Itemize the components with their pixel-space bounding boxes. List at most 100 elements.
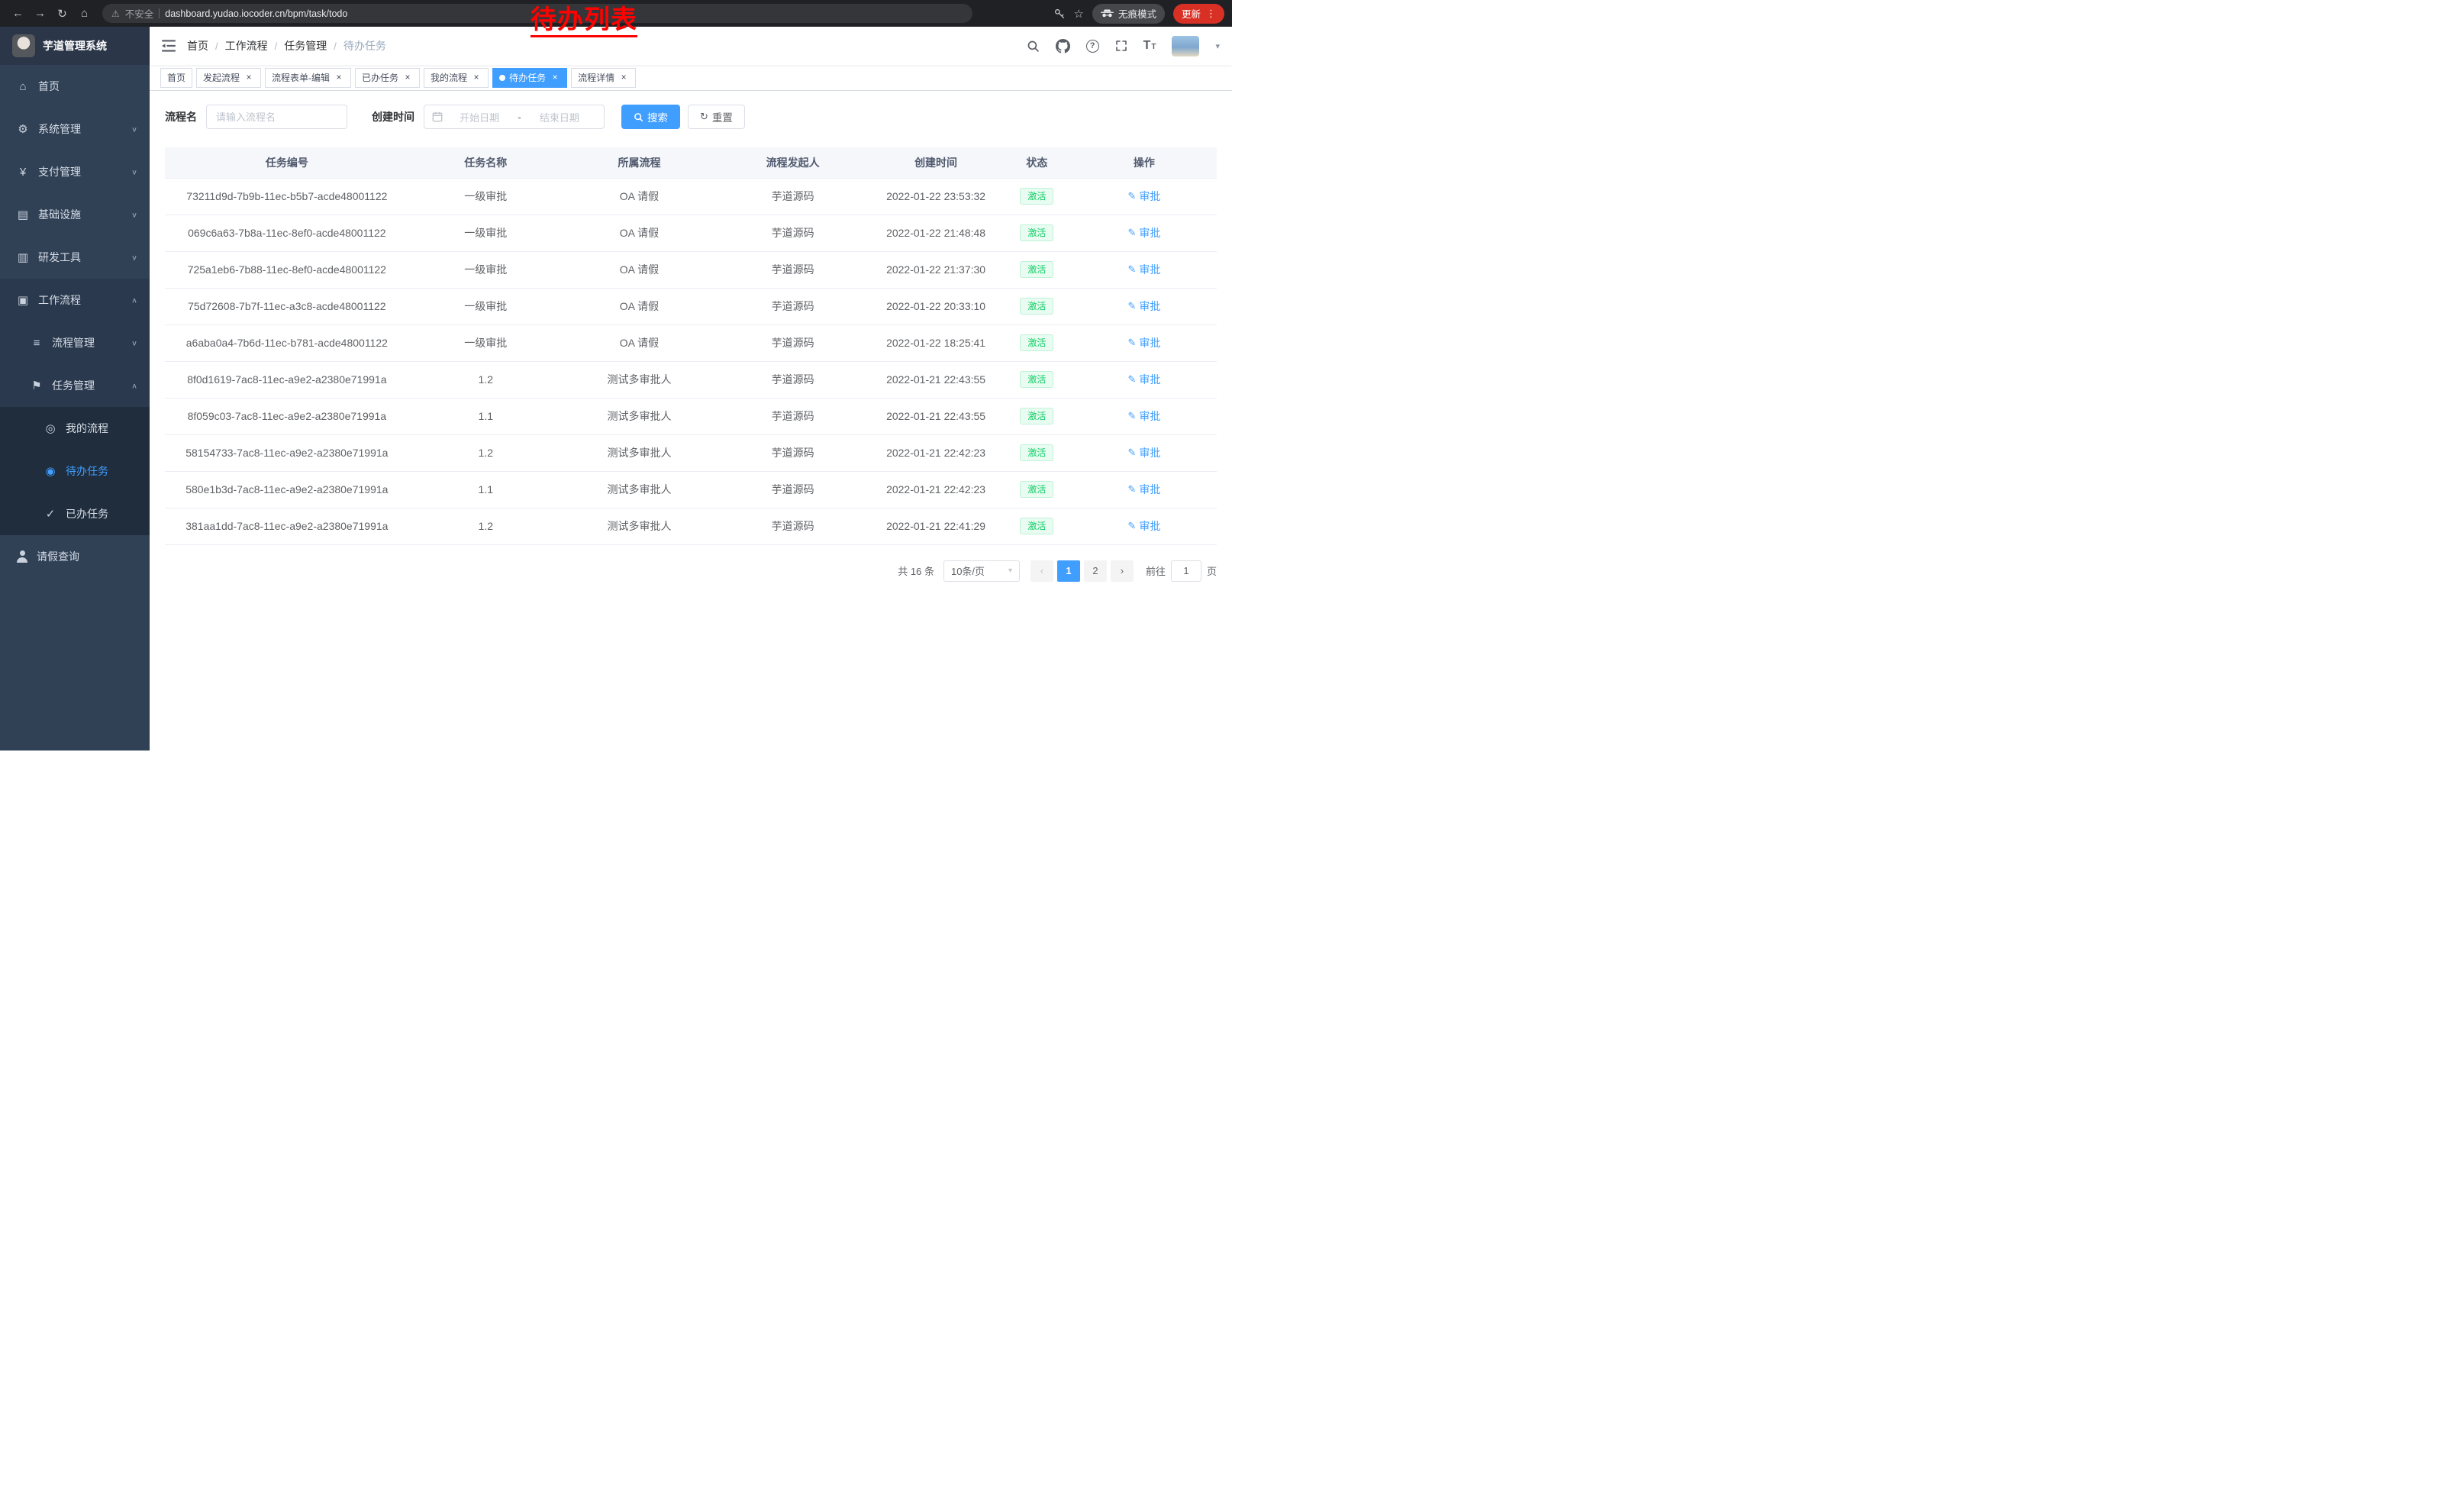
task-id-cell: 381aa1dd-7ac8-11ec-a9e2-a2380e71991a (165, 508, 409, 544)
approve-link[interactable]: ✎ 审批 (1127, 189, 1160, 204)
security-label[interactable]: 不安全 (125, 6, 154, 21)
task-name-cell: 1.1 (409, 398, 563, 434)
url-text[interactable]: dashboard.yudao.iocoder.cn/bpm/task/todo (165, 8, 347, 19)
font-size-icon[interactable]: T T (1143, 40, 1156, 52)
approve-link[interactable]: ✎ 审批 (1127, 335, 1160, 350)
tab-close-icon[interactable]: × (334, 73, 344, 83)
starter-cell: 芋道源码 (716, 324, 869, 361)
incognito-chip[interactable]: 无痕模式 (1092, 4, 1165, 24)
chevron-down-icon: ∨ (131, 124, 137, 133)
start-date-placeholder[interactable]: 开始日期 (443, 110, 516, 124)
sidebar-item-my-process[interactable]: ◎ 我的流程 (0, 407, 150, 450)
sidebar-item-dashboard[interactable]: ⌂ 首页 (0, 65, 150, 108)
sidebar-item-payment[interactable]: ¥ 支付管理 ∨ (0, 150, 150, 193)
approve-link[interactable]: ✎ 审批 (1127, 372, 1160, 387)
browser-back-icon[interactable]: ← (8, 3, 28, 24)
sidebar-collapse-icon[interactable] (162, 40, 176, 52)
tab[interactable]: 我的流程 × (424, 68, 489, 88)
breadcrumb-item[interactable]: 首页 / (187, 38, 225, 53)
browser-home-icon[interactable]: ⌂ (74, 3, 95, 24)
sidebar-item-task-manage[interactable]: ⚑ 任务管理 ∧ (0, 364, 150, 407)
tab[interactable]: 待办任务 × (492, 68, 567, 88)
approve-link[interactable]: ✎ 审批 (1127, 445, 1160, 460)
incognito-label: 无痕模式 (1118, 6, 1156, 21)
sidebar: 芋道管理系统 ⌂ 首页 ⚙ 系统管理 ∨ ¥ 支付管理 ∨ ▤ (0, 27, 150, 750)
sidebar-item-devtools[interactable]: ▥ 研发工具 ∨ (0, 236, 150, 279)
tab[interactable]: 已办任务 × (355, 68, 420, 88)
create-time-cell: 2022-01-21 22:42:23 (869, 471, 1002, 508)
bookmark-star-icon[interactable]: ☆ (1074, 7, 1084, 21)
page-number-button[interactable]: 2 (1084, 560, 1107, 582)
help-icon[interactable]: ? (1086, 40, 1099, 53)
create-time-cell: 2022-01-21 22:42:23 (869, 434, 1002, 471)
prev-page-button[interactable]: ‹ (1030, 560, 1053, 582)
search-button[interactable]: 搜索 (621, 105, 680, 129)
breadcrumb-item[interactable]: 任务管理 / (284, 38, 343, 53)
create-time-cell: 2022-01-22 21:37:30 (869, 251, 1002, 288)
action-cell: ✎ 审批 (1072, 434, 1217, 471)
browser-reload-icon[interactable]: ↻ (52, 3, 73, 24)
goto-page-input[interactable] (1171, 560, 1201, 582)
sidebar-item-infrastructure[interactable]: ▤ 基础设施 ∨ (0, 193, 150, 236)
approve-link[interactable]: ✎ 审批 (1127, 408, 1160, 424)
task-name-cell: 一级审批 (409, 251, 563, 288)
status-cell: 激活 (1002, 398, 1072, 434)
tab-close-icon[interactable]: × (471, 73, 482, 83)
tab-close-icon[interactable]: × (402, 73, 413, 83)
sidebar-item-done-task[interactable]: ✓ 已办任务 (0, 492, 150, 535)
approve-link[interactable]: ✎ 审批 (1127, 225, 1160, 240)
edit-icon: ✎ (1127, 520, 1136, 532)
goto-suffix: 页 (1207, 563, 1217, 578)
approve-link[interactable]: ✎ 审批 (1127, 262, 1160, 277)
process-name-input[interactable] (206, 105, 347, 129)
avatar-caret-icon[interactable]: ▾ (1215, 41, 1220, 51)
fullscreen-icon[interactable] (1115, 40, 1127, 52)
reset-button[interactable]: ↻ 重置 (688, 105, 745, 129)
sidebar-item-system[interactable]: ⚙ 系统管理 ∨ (0, 108, 150, 150)
date-range-picker[interactable]: 开始日期 - 结束日期 (424, 105, 605, 129)
goto-label: 前往 (1146, 563, 1166, 578)
approve-link[interactable]: ✎ 审批 (1127, 518, 1160, 534)
search-icon[interactable] (1027, 40, 1040, 53)
tab[interactable]: 首页 × (160, 68, 192, 88)
table-column-header: 任务编号 (165, 147, 409, 178)
page-size-select[interactable]: 10条/页 ▾ (943, 560, 1020, 582)
app-logo-row[interactable]: 芋道管理系统 (0, 27, 150, 65)
tab-close-icon[interactable]: × (243, 73, 254, 83)
end-date-placeholder[interactable]: 结束日期 (523, 110, 596, 124)
sidebar-item-todo-task[interactable]: ◉ 待办任务 (0, 450, 150, 492)
key-icon[interactable] (1053, 8, 1066, 20)
edit-icon: ✎ (1127, 337, 1136, 349)
breadcrumb-separator: / (215, 40, 218, 52)
page-number-button[interactable]: 1 (1057, 560, 1080, 582)
sidebar-item-process-manage[interactable]: ≡ 流程管理 ∨ (0, 321, 150, 364)
breadcrumb-item[interactable]: 待办任务 / (343, 38, 386, 53)
approve-link[interactable]: ✎ 审批 (1127, 299, 1160, 314)
action-cell: ✎ 审批 (1072, 398, 1217, 434)
tab[interactable]: 流程表单-编辑 × (265, 68, 351, 88)
tab[interactable]: 流程详情 × (571, 68, 636, 88)
github-icon[interactable] (1056, 39, 1070, 53)
tab-close-icon[interactable]: × (550, 73, 560, 83)
browser-menu-icon[interactable]: ⋮ (1206, 8, 1216, 20)
edit-icon: ✎ (1127, 300, 1136, 312)
tab-close-icon[interactable]: × (618, 73, 629, 83)
process-name-label: 流程名 (165, 109, 197, 124)
status-badge: 激活 (1020, 408, 1053, 424)
workflow-icon: ▣ (15, 293, 31, 307)
task-name-cell: 一级审批 (409, 178, 563, 215)
sidebar-item-leave-query[interactable]: 请假查询 (0, 535, 150, 578)
next-page-button[interactable]: › (1111, 560, 1134, 582)
status-badge: 激活 (1020, 298, 1053, 315)
table-column-header: 操作 (1072, 147, 1217, 178)
create-time-cell: 2022-01-21 22:43:55 (869, 361, 1002, 398)
browser-forward-icon[interactable]: → (30, 3, 50, 24)
breadcrumb-item[interactable]: 工作流程 / (225, 38, 285, 53)
sidebar-item-workflow[interactable]: ▣ 工作流程 ∧ (0, 279, 150, 321)
avatar[interactable] (1172, 36, 1199, 56)
edit-icon: ✎ (1127, 483, 1136, 495)
approve-link[interactable]: ✎ 审批 (1127, 482, 1160, 497)
content: 流程名 创建时间 开始日期 - 结束日期 (150, 91, 1232, 750)
tab[interactable]: 发起流程 × (196, 68, 261, 88)
update-button[interactable]: 更新 ⋮ (1173, 4, 1224, 24)
